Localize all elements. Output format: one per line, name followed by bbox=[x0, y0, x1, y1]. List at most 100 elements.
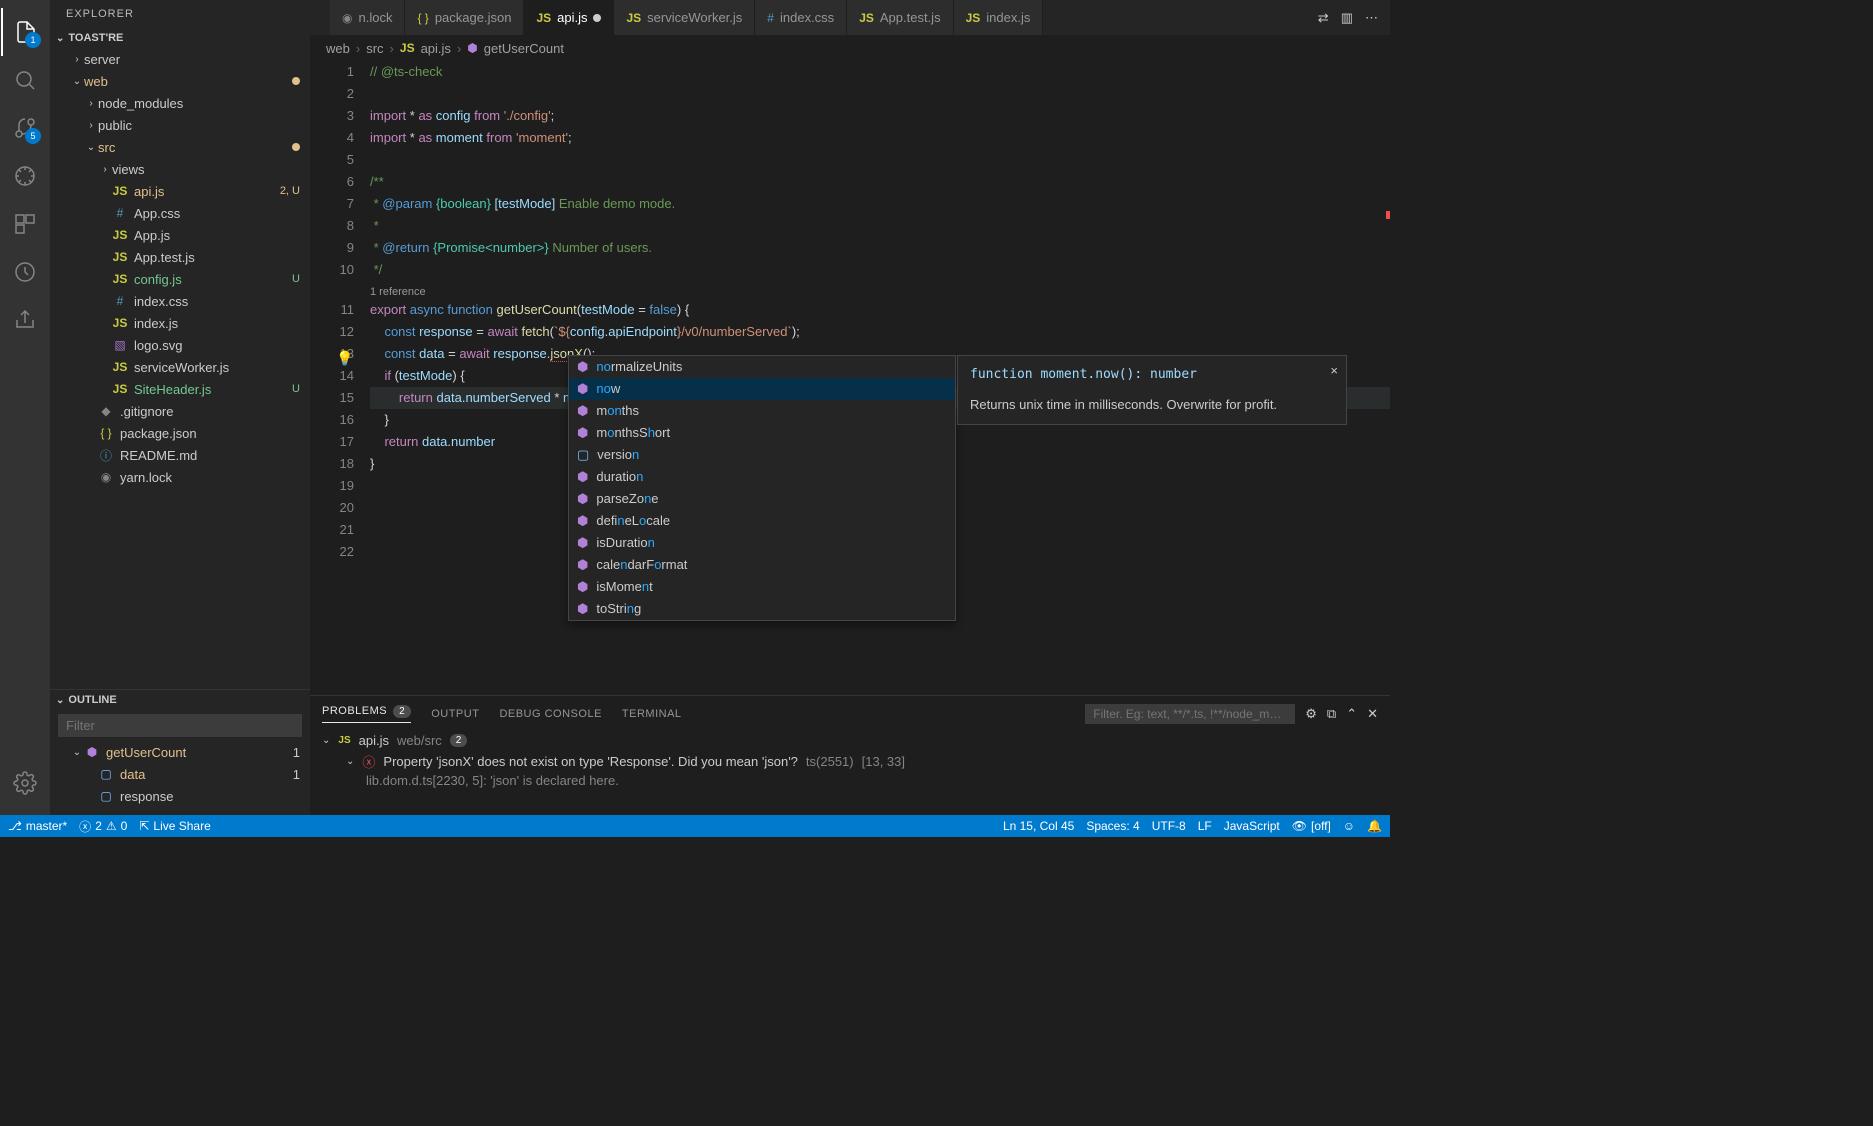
tree-item-web[interactable]: ⌄web bbox=[50, 70, 310, 92]
panel-tab-terminal[interactable]: TERMINAL bbox=[622, 708, 682, 720]
tree-item-yarn-lock[interactable]: ◉yarn.lock bbox=[50, 466, 310, 488]
tree-item-App-css[interactable]: #App.css bbox=[50, 202, 310, 224]
panel-tab-problems[interactable]: PROBLEMS2 bbox=[322, 705, 411, 723]
suggest-item-now[interactable]: ⬢now bbox=[569, 378, 955, 400]
tab-api-js[interactable]: JSapi.js bbox=[524, 0, 614, 35]
suggest-widget[interactable]: ⬢normalizeUnits⬢now⬢months⬢monthsShort▢v… bbox=[568, 355, 956, 621]
code-line[interactable]: * @param {boolean} [testMode] Enable dem… bbox=[370, 193, 1390, 215]
tree-item-App-js[interactable]: JSApp.js bbox=[50, 224, 310, 246]
outline-filter-input[interactable] bbox=[58, 714, 302, 737]
breadcrumb-item[interactable]: web bbox=[326, 41, 350, 56]
editor-body[interactable]: 12345678910111213141516171819202122 💡 //… bbox=[310, 61, 1390, 695]
tree-item-README-md[interactable]: ⓘREADME.md bbox=[50, 444, 310, 466]
split-icon[interactable]: ▥ bbox=[1341, 10, 1353, 26]
status-eol[interactable]: LF bbox=[1198, 819, 1212, 833]
tree-item-index-css[interactable]: #index.css bbox=[50, 290, 310, 312]
panel-maximize-icon[interactable]: ⌃ bbox=[1346, 706, 1357, 722]
suggest-item-duration[interactable]: ⬢duration bbox=[569, 466, 955, 488]
activity-scm[interactable]: 5 bbox=[1, 104, 49, 152]
error-marker[interactable] bbox=[1386, 211, 1390, 219]
code-line[interactable]: import * as moment from 'moment'; bbox=[370, 127, 1390, 149]
problem-subitem[interactable]: lib.dom.d.ts[2230, 5]: 'json' is declare… bbox=[322, 773, 1378, 788]
tree-item-App-test-js[interactable]: JSApp.test.js bbox=[50, 246, 310, 268]
status-lang[interactable]: JavaScript bbox=[1224, 819, 1280, 833]
tree-item-api-js[interactable]: JSapi.js2, U bbox=[50, 180, 310, 202]
section-outline[interactable]: ⌄OUTLINE bbox=[50, 689, 310, 710]
code-line[interactable]: export async function getUserCount(testM… bbox=[370, 299, 1390, 321]
tree-item-index-js[interactable]: JSindex.js bbox=[50, 312, 310, 334]
code-line[interactable]: const response = await fetch(`${config.a… bbox=[370, 321, 1390, 343]
suggest-item-calendarFormat[interactable]: ⬢calendarFormat bbox=[569, 554, 955, 576]
tab-serviceWorker-js[interactable]: JSserviceWorker.js bbox=[614, 0, 755, 35]
code-line[interactable] bbox=[370, 149, 1390, 171]
close-icon[interactable]: × bbox=[1330, 360, 1338, 382]
tree-item-config-js[interactable]: JSconfig.jsU bbox=[50, 268, 310, 290]
suggest-item-parseZone[interactable]: ⬢parseZone bbox=[569, 488, 955, 510]
code-line[interactable]: /** bbox=[370, 171, 1390, 193]
code-line[interactable]: // @ts-check bbox=[370, 61, 1390, 83]
activity-explorer[interactable]: 1 bbox=[1, 8, 49, 56]
tree-item--gitignore[interactable]: ◆.gitignore bbox=[50, 400, 310, 422]
breadcrumb-item[interactable]: api.js bbox=[421, 41, 451, 56]
tree-item-views[interactable]: ›views bbox=[50, 158, 310, 180]
outline-item-getUserCount[interactable]: ⌄⬢getUserCount1 bbox=[50, 741, 310, 763]
panel-close-icon[interactable]: ✕ bbox=[1367, 706, 1378, 722]
code-line[interactable]: import * as config from './config'; bbox=[370, 105, 1390, 127]
problems-filter-input[interactable] bbox=[1085, 704, 1295, 724]
outline-item-data[interactable]: ▢data1 bbox=[50, 763, 310, 785]
status-ts[interactable]: 👁[off] bbox=[1292, 819, 1331, 833]
tree-item-package-json[interactable]: { }package.json bbox=[50, 422, 310, 444]
breadcrumbs[interactable]: web›src›JSapi.js›⬢getUserCount bbox=[310, 35, 1390, 61]
activity-search[interactable] bbox=[1, 56, 49, 104]
status-bell[interactable]: 🔔 bbox=[1367, 819, 1382, 833]
tree-item-SiteHeader-js[interactable]: JSSiteHeader.jsU bbox=[50, 378, 310, 400]
activity-debug[interactable] bbox=[1, 152, 49, 200]
status-spaces[interactable]: Spaces: 4 bbox=[1086, 819, 1139, 833]
suggest-item-isDuration[interactable]: ⬢isDuration bbox=[569, 532, 955, 554]
filter-settings-icon[interactable]: ⚙ bbox=[1305, 706, 1317, 722]
breadcrumb-item[interactable]: getUserCount bbox=[484, 41, 564, 56]
suggest-item-toString[interactable]: ⬢toString bbox=[569, 598, 955, 620]
lightbulb-icon[interactable]: 💡 bbox=[336, 347, 353, 369]
tree-item-src[interactable]: ⌄src bbox=[50, 136, 310, 158]
code-line[interactable]: * bbox=[370, 215, 1390, 237]
activity-share[interactable] bbox=[1, 296, 49, 344]
suggest-item-isMoment[interactable]: ⬢isMoment bbox=[569, 576, 955, 598]
codelens[interactable]: 1 reference bbox=[370, 281, 1390, 299]
status-errors[interactable]: ⓧ2 ⚠0 bbox=[79, 818, 127, 835]
suggest-item-monthsShort[interactable]: ⬢monthsShort bbox=[569, 422, 955, 444]
suggest-item-defineLocale[interactable]: ⬢defineLocale bbox=[569, 510, 955, 532]
tree-item-public[interactable]: ›public bbox=[50, 114, 310, 136]
compare-icon[interactable]: ⇄ bbox=[1318, 10, 1329, 26]
suggest-item-months[interactable]: ⬢months bbox=[569, 400, 955, 422]
code-line[interactable] bbox=[370, 83, 1390, 105]
code-line[interactable]: */ bbox=[370, 259, 1390, 281]
suggest-item-normalizeUnits[interactable]: ⬢normalizeUnits bbox=[569, 356, 955, 378]
outline-item-response[interactable]: ▢response bbox=[50, 785, 310, 807]
tab-n-lock[interactable]: ◉n.lock bbox=[330, 0, 405, 35]
problem-item[interactable]: ⌄ ⓧ Property 'jsonX' does not exist on t… bbox=[322, 750, 1378, 773]
activity-timeline[interactable] bbox=[1, 248, 49, 296]
tree-item-serviceWorker-js[interactable]: JSserviceWorker.js bbox=[50, 356, 310, 378]
status-encoding[interactable]: UTF-8 bbox=[1152, 819, 1186, 833]
code[interactable]: 💡 // @ts-checkimport * as config from '.… bbox=[370, 61, 1390, 695]
tree-item-node_modules[interactable]: ›node_modules bbox=[50, 92, 310, 114]
code-line[interactable]: * @return {Promise<number>} Number of us… bbox=[370, 237, 1390, 259]
panel-tab-debug[interactable]: DEBUG CONSOLE bbox=[499, 708, 601, 720]
status-feedback[interactable]: ☺ bbox=[1343, 819, 1355, 833]
suggest-item-version[interactable]: ▢version bbox=[569, 444, 955, 466]
collapse-all-icon[interactable]: ⧉ bbox=[1327, 706, 1336, 722]
section-project[interactable]: ⌄TOAST'RE bbox=[50, 28, 310, 48]
tab-package-json[interactable]: { }package.json bbox=[405, 0, 524, 35]
status-branch[interactable]: ⎇master* bbox=[8, 819, 67, 833]
tab-index-css[interactable]: #index.css bbox=[755, 0, 847, 35]
problem-file-row[interactable]: ⌄ JS api.js web/src 2 bbox=[322, 731, 1378, 750]
tree-item-logo-svg[interactable]: ▧logo.svg bbox=[50, 334, 310, 356]
tree-item-server[interactable]: ›server bbox=[50, 48, 310, 70]
activity-settings[interactable] bbox=[1, 759, 49, 807]
status-lncol[interactable]: Ln 15, Col 45 bbox=[1003, 819, 1074, 833]
panel-tab-output[interactable]: OUTPUT bbox=[431, 708, 479, 720]
tab-App-test-js[interactable]: JSApp.test.js bbox=[847, 0, 953, 35]
status-liveshare[interactable]: ⇱Live Share bbox=[139, 819, 210, 833]
breadcrumb-item[interactable]: src bbox=[366, 41, 383, 56]
